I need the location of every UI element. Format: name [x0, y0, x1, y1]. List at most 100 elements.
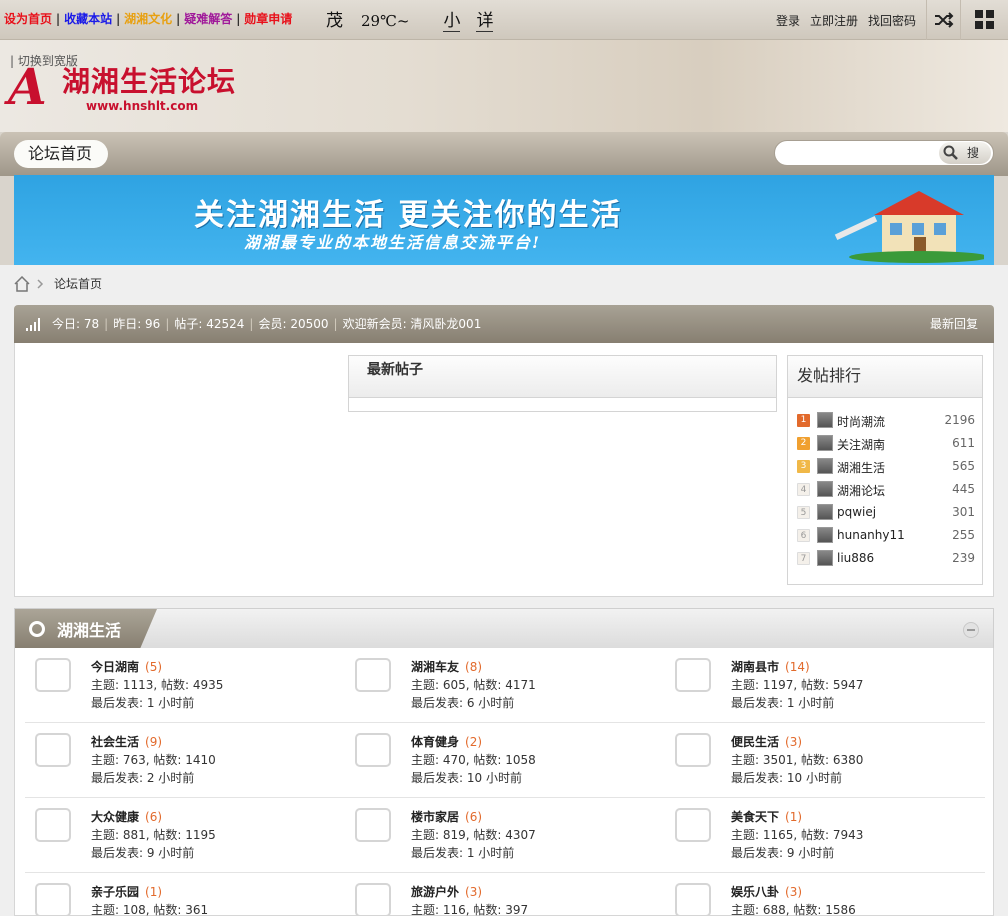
forum-name[interactable]: 美食天下 (1)	[731, 808, 802, 825]
forum-last-post[interactable]: 最后发表: 1 小时前	[411, 844, 514, 861]
new-posts-title[interactable]: 最新帖子	[349, 356, 776, 398]
promo-banner[interactable]: 关注湖湘生活 更关注你的生活 湖湘最专业的本地生活信息交流平台!	[14, 175, 994, 265]
forum-item[interactable]: 今日湖南 (5) 主题: 1113, 帖数: 4935 最后发表: 1 小时前	[25, 648, 345, 723]
forum-item[interactable]: 娱乐八卦 (3) 主题: 688, 帖数: 1586	[665, 873, 985, 916]
forum-item[interactable]: 亲子乐园 (1) 主题: 108, 帖数: 361	[25, 873, 345, 916]
login-link[interactable]: 登录	[776, 14, 800, 28]
ranking-row[interactable]: 5 pqwiej 301	[797, 503, 975, 523]
forum-icon[interactable]	[675, 733, 711, 767]
forum-name[interactable]: 旅游户外 (3)	[411, 883, 482, 900]
avatar[interactable]	[817, 527, 833, 543]
site-logo[interactable]: A 湖湘生活论坛 www.hnshlt.com	[8, 62, 258, 130]
forum-icon[interactable]	[355, 733, 391, 767]
forum-icon[interactable]	[355, 883, 391, 916]
forum-item[interactable]: 旅游户外 (3) 主题: 116, 帖数: 397	[345, 873, 665, 916]
bookmark-link[interactable]: 收藏本站	[64, 12, 112, 26]
ranking-row[interactable]: 1 时尚潮流 2196	[797, 411, 975, 431]
grid-menu-button[interactable]	[960, 0, 1008, 40]
medal-apply-link[interactable]: 勋章申请	[244, 12, 292, 26]
forum-name[interactable]: 便民生活 (3)	[731, 733, 802, 750]
forum-name-text[interactable]: 美食天下	[731, 810, 779, 824]
forum-name[interactable]: 大众健康 (6)	[91, 808, 162, 825]
forum-last-post[interactable]: 最后发表: 9 小时前	[91, 844, 194, 861]
avatar[interactable]	[817, 435, 833, 451]
forum-name[interactable]: 今日湖南 (5)	[91, 658, 162, 675]
forum-last-post[interactable]: 最后发表: 6 小时前	[411, 694, 514, 711]
forum-name[interactable]: 亲子乐园 (1)	[91, 883, 162, 900]
forum-name-text[interactable]: 便民生活	[731, 735, 779, 749]
register-link[interactable]: 立即注册	[810, 14, 858, 28]
ranking-user-name[interactable]: 关注湖南	[837, 436, 885, 453]
collapse-icon[interactable]	[963, 622, 979, 638]
weather-small-link[interactable]: 小	[443, 11, 461, 32]
forum-name[interactable]: 娱乐八卦 (3)	[731, 883, 802, 900]
forum-name-text[interactable]: 旅游户外	[411, 885, 459, 899]
forum-last-post[interactable]: 最后发表: 1 小时前	[91, 694, 194, 711]
forum-name-text[interactable]: 体育健身	[411, 735, 459, 749]
forum-icon[interactable]	[675, 808, 711, 842]
category-title[interactable]: 湖湘生活	[57, 617, 121, 641]
category-tab[interactable]: 湖湘生活	[15, 609, 157, 649]
forum-icon[interactable]	[35, 883, 71, 916]
forum-name[interactable]: 湖湘车友 (8)	[411, 658, 482, 675]
ranking-user-name[interactable]: pqwiej	[837, 505, 876, 519]
forum-name-text[interactable]: 社会生活	[91, 735, 139, 749]
ranking-row[interactable]: 3 湖湘生活 565	[797, 457, 975, 477]
weather-detail-link[interactable]: 详	[476, 11, 494, 32]
forum-icon[interactable]	[35, 658, 71, 692]
forum-last-post[interactable]: 最后发表: 10 小时前	[411, 769, 522, 786]
search-box[interactable]: 搜	[774, 140, 994, 166]
forum-name[interactable]: 楼市家居 (6)	[411, 808, 482, 825]
forum-item[interactable]: 湖南县市 (14) 主题: 1197, 帖数: 5947 最后发表: 1 小时前	[665, 648, 985, 723]
breadcrumb-current[interactable]: 论坛首页	[54, 275, 102, 292]
forum-name-text[interactable]: 湖南县市	[731, 660, 779, 674]
forum-item[interactable]: 美食天下 (1) 主题: 1165, 帖数: 7943 最后发表: 9 小时前	[665, 798, 985, 873]
ranking-user-name[interactable]: 湖湘论坛	[837, 482, 885, 499]
ranking-user-name[interactable]: liu886	[837, 551, 874, 565]
ranking-row[interactable]: 2 关注湖南 611	[797, 434, 975, 454]
latest-reply-link[interactable]: 最新回复	[930, 305, 978, 343]
forum-item[interactable]: 大众健康 (6) 主题: 881, 帖数: 1195 最后发表: 9 小时前	[25, 798, 345, 873]
forum-item[interactable]: 楼市家居 (6) 主题: 819, 帖数: 4307 最后发表: 1 小时前	[345, 798, 665, 873]
forgot-password-link[interactable]: 找回密码	[868, 14, 916, 28]
stat-new-member[interactable]: 欢迎新会员: 清风卧龙001	[343, 317, 482, 331]
home-icon[interactable]	[14, 275, 30, 292]
forum-last-post[interactable]: 最后发表: 9 小时前	[731, 844, 834, 861]
avatar[interactable]	[817, 550, 833, 566]
forum-last-post[interactable]: 最后发表: 2 小时前	[91, 769, 194, 786]
forum-icon[interactable]	[675, 658, 711, 692]
forum-icon[interactable]	[35, 808, 71, 842]
forum-name-text[interactable]: 娱乐八卦	[731, 885, 779, 899]
forum-name[interactable]: 社会生活 (9)	[91, 733, 162, 750]
avatar[interactable]	[817, 412, 833, 428]
forum-name-text[interactable]: 亲子乐园	[91, 885, 139, 899]
ranking-row[interactable]: 7 liu886 239	[797, 549, 975, 569]
forum-item[interactable]: 便民生活 (3) 主题: 3501, 帖数: 6380 最后发表: 10 小时前	[665, 723, 985, 798]
forum-name-text[interactable]: 今日湖南	[91, 660, 139, 674]
forum-item[interactable]: 体育健身 (2) 主题: 470, 帖数: 1058 最后发表: 10 小时前	[345, 723, 665, 798]
ranking-row[interactable]: 4 湖湘论坛 445	[797, 480, 975, 500]
forum-name-text[interactable]: 大众健康	[91, 810, 139, 824]
forum-name[interactable]: 体育健身 (2)	[411, 733, 482, 750]
forum-icon[interactable]	[35, 733, 71, 767]
culture-link[interactable]: 湖湘文化	[124, 12, 172, 26]
forum-item[interactable]: 湖湘车友 (8) 主题: 605, 帖数: 4171 最后发表: 6 小时前	[345, 648, 665, 723]
forum-icon[interactable]	[675, 883, 711, 916]
forum-icon[interactable]	[355, 808, 391, 842]
forum-last-post[interactable]: 最后发表: 10 小时前	[731, 769, 842, 786]
ranking-row[interactable]: 6 hunanhy11 255	[797, 526, 975, 546]
forum-name-text[interactable]: 湖湘车友	[411, 660, 459, 674]
forum-icon[interactable]	[355, 658, 391, 692]
set-homepage-link[interactable]: 设为首页	[4, 12, 52, 26]
forum-name[interactable]: 湖南县市 (14)	[731, 658, 810, 675]
weather-widget[interactable]: 茂 29℃~ 小详	[326, 6, 494, 32]
ranking-user-name[interactable]: 湖湘生活	[837, 459, 885, 476]
ranking-user-name[interactable]: hunanhy11	[837, 528, 905, 542]
forum-last-post[interactable]: 最后发表: 1 小时前	[731, 694, 834, 711]
forum-name-text[interactable]: 楼市家居	[411, 810, 459, 824]
avatar[interactable]	[817, 504, 833, 520]
search-button[interactable]: 搜	[939, 142, 991, 164]
nav-tab-forum-home[interactable]: 论坛首页	[14, 140, 108, 168]
avatar[interactable]	[817, 458, 833, 474]
shuffle-button[interactable]	[926, 0, 960, 40]
